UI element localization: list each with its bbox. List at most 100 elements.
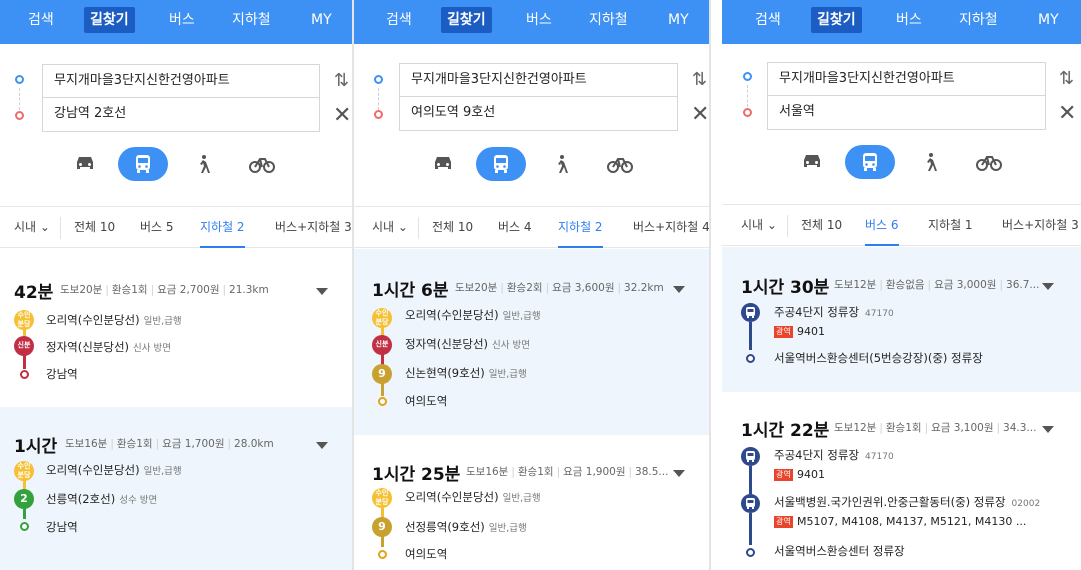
- expand-caret-icon[interactable]: [673, 286, 685, 293]
- line2-icon: 2: [14, 489, 34, 509]
- region-select[interactable]: 시내 ⌄: [372, 207, 408, 248]
- bus-stop-icon: [741, 494, 760, 513]
- route-connector: [378, 88, 379, 110]
- walk-icon: [200, 155, 210, 173]
- filter-tab-all[interactable]: 전체 10: [432, 207, 473, 248]
- bike-mode-button[interactable]: [970, 145, 1008, 179]
- filter-divider: [60, 217, 61, 239]
- swap-icon[interactable]: ⇅: [1059, 68, 1074, 89]
- tab-bus[interactable]: 버스: [520, 7, 558, 33]
- tab-directions[interactable]: 길찾기: [441, 7, 492, 33]
- bus-route-segment: [749, 322, 752, 350]
- route-card[interactable]: 42분 도보20분 | 환승1회 | 요금 2,700원 | 21.3km 수인 분당 오리역…: [0, 250, 352, 407]
- expand-caret-icon[interactable]: [673, 470, 685, 477]
- tab-search[interactable]: 검색: [22, 7, 60, 33]
- bus-mode-button[interactable]: [845, 145, 895, 179]
- route-panel-seoul-station: 검색 길찾기 버스 지하철 MY 무지개마을3단지신한건영아파트 서울역 ⇅ ✕…: [722, 0, 1081, 570]
- clear-icon[interactable]: ✕: [333, 103, 351, 128]
- clear-icon[interactable]: ✕: [691, 102, 709, 127]
- tab-subway[interactable]: 지하철: [953, 7, 1004, 33]
- bus-stop-step: 주공4단지 정류장 47170: [774, 305, 894, 319]
- origin-input[interactable]: 무지개마을3단지신한건영아파트: [399, 63, 678, 97]
- origin-input[interactable]: 무지개마을3단지신한건영아파트: [42, 64, 320, 98]
- swap-icon[interactable]: ⇅: [692, 69, 707, 90]
- station-step: 오리역(수인분당선) 일반,급행: [405, 490, 541, 504]
- bus-mode-button[interactable]: [476, 147, 526, 181]
- shinbundang-line-icon: 신분: [14, 336, 34, 356]
- tab-subway[interactable]: 지하철: [226, 7, 277, 33]
- route-card[interactable]: 1시간 30분 도보12분 | 환승없음 | 요금 3,000원 | 36.7... 주공4…: [722, 247, 1081, 392]
- suin-bundang-line-icon: 수인 분당: [372, 488, 392, 508]
- filter-tab-bus[interactable]: 버스 6: [865, 205, 899, 246]
- region-label: 시내: [14, 220, 37, 234]
- filter-tab-bus-subway[interactable]: 버스+지하철 3: [1002, 205, 1079, 246]
- destination-stop-icon: [746, 354, 755, 363]
- route-card[interactable]: 1시간 25분 도보16분 | 환승1회 | 요금 1,900원 | 38.5... 수인 분…: [354, 435, 709, 570]
- filter-tab-bus[interactable]: 버스 4: [498, 207, 532, 248]
- region-select[interactable]: 시내 ⌄: [14, 207, 50, 248]
- filter-tab-subway[interactable]: 지하철 2: [558, 207, 603, 248]
- car-mode-button[interactable]: [66, 147, 104, 181]
- destination-input[interactable]: 서울역: [767, 96, 1046, 130]
- tab-subway[interactable]: 지하철: [583, 7, 634, 33]
- origin-dot-icon: [15, 75, 24, 84]
- tab-directions[interactable]: 길찾기: [84, 7, 135, 33]
- route-card[interactable]: 1시간 22분 도보12분 | 환승1회 | 요금 3,100원 | 34.3... 주공4…: [722, 392, 1081, 570]
- bus-stop-step: 서울역버스환승센터 정류장: [774, 544, 905, 558]
- car-mode-button[interactable]: [793, 145, 831, 179]
- swap-icon[interactable]: ⇅: [334, 70, 349, 91]
- filter-tab-subway[interactable]: 지하철 2: [200, 207, 245, 248]
- bike-mode-button[interactable]: [243, 147, 281, 181]
- expand-caret-icon[interactable]: [1042, 283, 1054, 290]
- bus-route-segment: [749, 513, 752, 545]
- origin-dot-icon: [743, 72, 752, 81]
- filter-tab-bus-subway[interactable]: 버스+지하철 3: [275, 207, 352, 248]
- filter-tab-all[interactable]: 전체 10: [74, 207, 115, 248]
- destination-dot-icon: [743, 108, 752, 117]
- tab-my[interactable]: MY: [662, 7, 695, 33]
- expand-caret-icon[interactable]: [316, 442, 328, 449]
- expand-caret-icon[interactable]: [316, 288, 328, 295]
- walk-mode-button[interactable]: [911, 145, 949, 179]
- route-filter-bar: 시내 ⌄ 전체 10 버스 4 지하철 2 버스+지하철 4: [354, 206, 709, 248]
- tab-directions[interactable]: 길찾기: [811, 7, 862, 33]
- bike-icon: [249, 158, 275, 173]
- bus-stop-step: 주공4단지 정류장 47170: [774, 448, 894, 462]
- screenshot-stage: 검색 길찾기 버스 지하철 MY 무지개마을3단지신한건영아파트 강남역 2호선…: [0, 0, 1081, 570]
- tab-search[interactable]: 검색: [749, 7, 787, 33]
- walk-mode-button[interactable]: [184, 147, 222, 181]
- route-card[interactable]: 1시간 6분 도보20분 | 환승2회 | 요금 3,600원 | 32.2km 수인 분당 …: [354, 249, 709, 435]
- route-meta: 도보20분 | 환승1회 | 요금 2,700원 | 21.3km: [60, 284, 269, 296]
- tab-bus[interactable]: 버스: [890, 7, 928, 33]
- route-card[interactable]: 1시간 도보16분 | 환승1회 | 요금 1,700원 | 28.0km 수인 분당 오리역…: [0, 407, 352, 570]
- car-mode-button[interactable]: [424, 147, 462, 181]
- bike-mode-button[interactable]: [601, 147, 639, 181]
- filter-tab-bus[interactable]: 버스 5: [140, 207, 174, 248]
- destination-input[interactable]: 강남역 2호선: [42, 98, 320, 132]
- station-step: 선릉역(2호선) 성수 방면: [46, 492, 158, 506]
- filter-tab-bus-subway[interactable]: 버스+지하철 4: [633, 207, 709, 248]
- bus-icon: [494, 155, 508, 173]
- bus-mode-button[interactable]: [118, 147, 168, 181]
- walk-mode-button[interactable]: [542, 147, 580, 181]
- tab-bus[interactable]: 버스: [163, 7, 201, 33]
- destination-input[interactable]: 여의도역 9호선: [399, 97, 678, 131]
- station-step: 강남역: [46, 520, 78, 534]
- region-select[interactable]: 시내 ⌄: [741, 205, 777, 246]
- bus-stop-icon: [741, 303, 760, 322]
- tab-search[interactable]: 검색: [380, 7, 418, 33]
- tab-my[interactable]: MY: [1032, 7, 1065, 33]
- filter-tab-subway[interactable]: 지하철 1: [928, 205, 973, 246]
- expand-caret-icon[interactable]: [1042, 426, 1054, 433]
- origin-input[interactable]: 무지개마을3단지신한건영아파트: [767, 62, 1046, 96]
- route-connector: [19, 88, 20, 110]
- walk-icon: [558, 155, 568, 173]
- line-segment-line9: [381, 382, 384, 396]
- clear-icon[interactable]: ✕: [1058, 101, 1076, 126]
- bus-route-number: 9401: [797, 325, 825, 338]
- route-meta: 도보20분 | 환승2회 | 요금 3,600원 | 32.2km: [455, 282, 664, 294]
- route-filter-bar: 시내 ⌄ 전체 10 버스 6 지하철 1 버스+지하철 3: [722, 204, 1081, 246]
- tab-my[interactable]: MY: [305, 7, 338, 33]
- filter-tab-all[interactable]: 전체 10: [801, 205, 842, 246]
- destination-station-icon: [378, 397, 387, 406]
